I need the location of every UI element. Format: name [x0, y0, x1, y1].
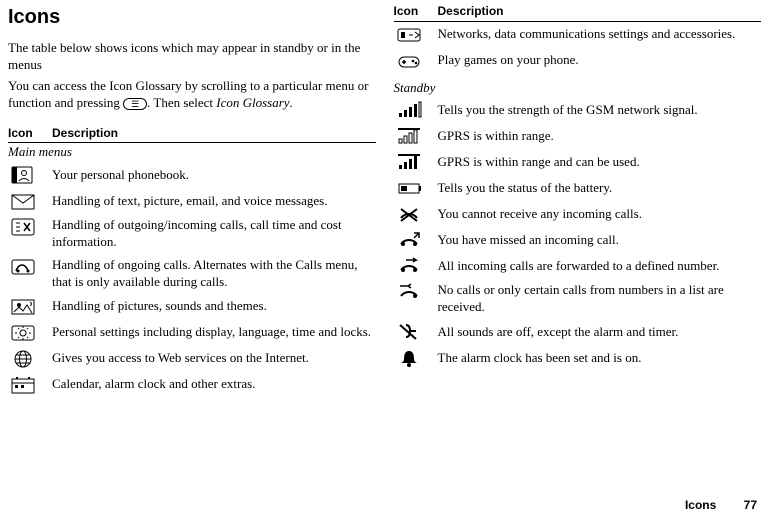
- table-row: Play games on your phone.: [394, 48, 762, 74]
- web-icon: [8, 348, 40, 370]
- table-row: Handling of pictures, sounds and themes.: [8, 294, 376, 320]
- table-row: Handling of outgoing/incoming calls, cal…: [8, 214, 376, 254]
- table-row: You have missed an incoming call.: [394, 227, 762, 253]
- table-row: Tells you the strength of the GSM networ…: [394, 97, 762, 123]
- right-column: Icon Description Networks, data communic…: [394, 4, 762, 398]
- gprs-range-icon: [394, 125, 426, 147]
- table-row: Handling of ongoing calls. Alternates wi…: [8, 254, 376, 294]
- connect-icon: [394, 24, 426, 46]
- table-row: The alarm clock has been set and is on.: [394, 345, 762, 371]
- table-row: Personal settings including display, lan…: [8, 320, 376, 346]
- icon-table-right: Icon Description Networks, data communic…: [394, 4, 762, 371]
- table-row: All sounds are off, except the alarm and…: [394, 319, 762, 345]
- silent-icon: [394, 321, 426, 343]
- settings-icon: [8, 322, 40, 344]
- ongoing-calls-icon: [8, 256, 40, 278]
- missed-call-icon: [394, 229, 426, 251]
- section-main-menus: Main menus: [8, 143, 376, 162]
- section-standby: Standby: [394, 74, 762, 98]
- table-row: Tells you the status of the battery.: [394, 175, 762, 201]
- th-description: Description: [438, 4, 762, 21]
- table-row: All incoming calls are forwarded to a de…: [394, 253, 762, 279]
- alarm-icon: [394, 347, 426, 369]
- table-row: Handling of text, picture, email, and vo…: [8, 188, 376, 214]
- th-icon: Icon: [8, 126, 52, 143]
- intro-text: The table below shows icons which may ap…: [8, 40, 376, 112]
- menu-key-icon: ☰: [123, 98, 147, 110]
- intro-line2: You can access the Icon Glossary by scro…: [8, 78, 376, 112]
- footer-label: Icons: [685, 498, 716, 512]
- phonebook-icon: [8, 164, 40, 186]
- call-info-icon: [8, 216, 40, 238]
- table-row: GPRS is within range and can be used.: [394, 149, 762, 175]
- pictures-sounds-icon: [8, 296, 40, 318]
- footer-page: 77: [744, 498, 757, 512]
- table-row: You cannot receive any incoming calls.: [394, 201, 762, 227]
- table-row: Networks, data communications settings a…: [394, 21, 762, 48]
- call-list-icon: [394, 281, 426, 303]
- games-icon: [394, 50, 426, 72]
- table-row: GPRS is within range.: [394, 123, 762, 149]
- no-calls-icon: [394, 203, 426, 225]
- extras-icon: [8, 374, 40, 396]
- gprs-use-icon: [394, 151, 426, 173]
- table-row: Gives you access to Web services on the …: [8, 346, 376, 372]
- messages-icon: [8, 190, 40, 212]
- table-row: No calls or only certain calls from numb…: [394, 279, 762, 319]
- th-description: Description: [52, 126, 376, 143]
- intro-line1: The table below shows icons which may ap…: [8, 40, 376, 74]
- signal-icon: [394, 99, 426, 121]
- forward-icon: [394, 255, 426, 277]
- icon-table-left: Icon Description Main menus Your persona…: [8, 126, 376, 398]
- left-column: Icons The table below shows icons which …: [8, 4, 376, 398]
- page-footer: Icons 77: [685, 498, 757, 514]
- page-title: Icons: [8, 4, 376, 30]
- battery-icon: [394, 177, 426, 199]
- th-icon: Icon: [394, 4, 438, 21]
- table-row: Calendar, alarm clock and other extras.: [8, 372, 376, 398]
- table-row: Your personal phonebook.: [8, 162, 376, 188]
